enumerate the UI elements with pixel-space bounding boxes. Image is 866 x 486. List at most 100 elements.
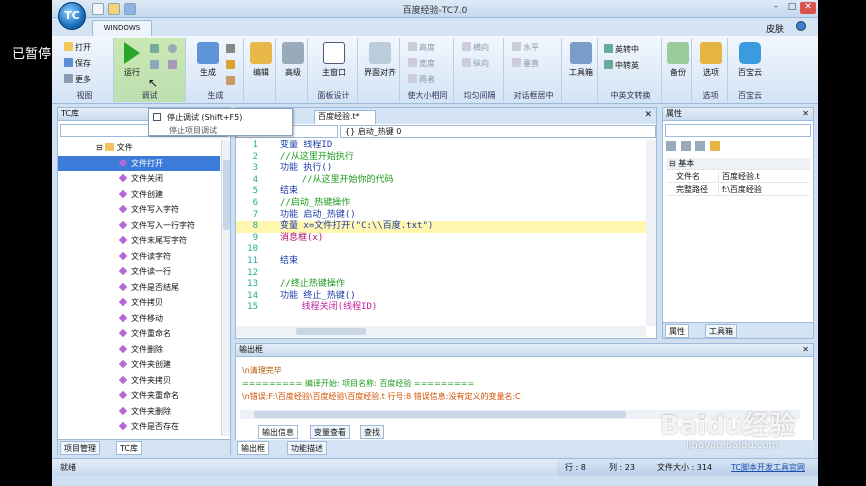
tree-item[interactable]: 文件读字符 xyxy=(58,249,220,265)
tree-item[interactable]: 文件末尾写字符 xyxy=(58,233,220,249)
code-line[interactable]: 8 变量 x=文件打开("C:\\百度.txt") xyxy=(236,221,646,233)
options-button[interactable]: 选项 xyxy=(696,42,726,78)
sort-alpha-icon[interactable] xyxy=(680,141,691,151)
pause-icon[interactable] xyxy=(150,60,161,70)
tree-item[interactable]: 文件写入字符 xyxy=(58,202,220,218)
interface-align-button[interactable]: 界面对齐 xyxy=(362,42,398,78)
tab-output-box[interactable]: 输出框 xyxy=(237,441,269,455)
tree-item[interactable]: 文件读一行 xyxy=(58,264,220,280)
property-pages-icon[interactable] xyxy=(695,141,706,151)
en-to-cn-button[interactable]: 英转中 xyxy=(604,44,639,55)
tree-item[interactable]: 文件夹拷贝 xyxy=(58,373,220,389)
tree-root-file[interactable]: ⊟ 文件 xyxy=(58,140,220,156)
step-icon[interactable] xyxy=(150,44,161,54)
tab-properties[interactable]: 属性 xyxy=(665,324,689,338)
horizontal-spacing-button[interactable]: 横向 xyxy=(462,42,489,53)
tree-item[interactable]: 文件创建 xyxy=(58,187,220,203)
scroll-thumb[interactable] xyxy=(296,328,366,335)
code-line[interactable]: 5 结束 xyxy=(236,186,646,198)
code-line[interactable]: 3 功能 执行() xyxy=(236,163,646,175)
open-button[interactable]: 打开 xyxy=(64,42,91,53)
close-button[interactable]: ✕ xyxy=(800,2,816,14)
save-button[interactable]: 保存 xyxy=(64,58,91,69)
vertical-spacing-button[interactable]: 纵向 xyxy=(462,58,489,69)
tab-baidu-file[interactable]: 百度经验.t* xyxy=(314,110,376,124)
code-line[interactable]: 4 //从这里开始你的代码 xyxy=(236,175,646,187)
editor-horizontal-scrollbar[interactable] xyxy=(236,326,646,337)
close-tab-icon[interactable]: ✕ xyxy=(644,110,652,120)
tab-function-desc[interactable]: 功能描述 xyxy=(287,441,327,455)
gear-icon[interactable] xyxy=(226,44,237,54)
same-both-button[interactable]: 两者 xyxy=(408,74,435,85)
code-line[interactable]: 10 xyxy=(236,244,646,256)
code-line[interactable]: 12 xyxy=(236,268,646,280)
property-object-dropdown[interactable] xyxy=(665,124,811,137)
main-window-button[interactable]: 主窗口 xyxy=(316,42,352,78)
tab-project-manager[interactable]: 项目管理 xyxy=(60,441,100,455)
more-button[interactable]: 更多 xyxy=(64,74,91,85)
close-icon[interactable]: ✕ xyxy=(802,344,809,356)
tree-item[interactable]: 文件移动 xyxy=(58,311,220,327)
stop-debug-icon[interactable] xyxy=(168,60,179,70)
function-dropdown[interactable]: {} 启动_热键 0 xyxy=(340,125,656,138)
tree-scrollbar[interactable] xyxy=(221,140,230,436)
help-icon[interactable] xyxy=(796,21,806,31)
tab-output-info[interactable]: 输出信息 xyxy=(258,425,298,439)
close-icon[interactable]: ✕ xyxy=(802,108,809,120)
maximize-button[interactable]: □ xyxy=(784,2,800,14)
tab-toolbox[interactable]: 工具箱 xyxy=(705,324,737,338)
editor-vertical-scrollbar[interactable] xyxy=(646,140,656,326)
code-line[interactable]: 2 //从这里开始执行 xyxy=(236,152,646,164)
same-width-button[interactable]: 宽度 xyxy=(408,58,435,69)
code-area[interactable]: 1 变量 线程ID 2//从这里开始执行 3 功能 执行() 4 //从这里开始你的代码 5… xyxy=(236,140,646,326)
tab-find[interactable]: 查找 xyxy=(360,425,384,439)
wand-icon[interactable] xyxy=(226,60,237,70)
scroll-thumb[interactable] xyxy=(223,160,230,230)
tree-item[interactable]: 文件写入一行字符 xyxy=(58,218,220,234)
tree-item[interactable]: 文件是否结尾 xyxy=(58,280,220,296)
skin-menu[interactable]: 皮肤 xyxy=(766,22,784,35)
build-button[interactable]: 生成 xyxy=(194,42,222,78)
same-height-button[interactable]: 高度 xyxy=(408,42,435,53)
code-line[interactable]: 9 消息框(x) xyxy=(236,233,646,245)
property-row[interactable]: 完整路径 f:\百度经验 xyxy=(666,184,810,196)
center-horizontal-button[interactable]: 水平 xyxy=(512,42,539,53)
stop-debug-menu-item[interactable]: 停止调试 (Shift+F5) xyxy=(153,112,242,123)
tab-tc-library[interactable]: TC库 xyxy=(116,441,143,455)
tree-item[interactable]: 文件拷贝 xyxy=(58,295,220,311)
code-line[interactable]: 6 //启动_热键操作 xyxy=(236,198,646,210)
tree-item[interactable]: 文件关闭 xyxy=(58,171,220,187)
minimize-button[interactable]: – xyxy=(768,2,784,14)
advanced-button[interactable]: 高级 xyxy=(280,42,306,78)
code-line[interactable]: 7 功能 启动_热键() xyxy=(236,210,646,222)
backup-button[interactable]: 备份 xyxy=(665,42,691,78)
tree-item[interactable]: 文件删除 xyxy=(58,342,220,358)
code-line[interactable]: 13 //终止热键操作 xyxy=(236,279,646,291)
cn-to-en-button[interactable]: 中转英 xyxy=(604,60,639,71)
events-icon[interactable] xyxy=(709,141,720,151)
toolbox-button[interactable]: 工具箱 xyxy=(566,42,596,78)
official-site-link[interactable]: TC脚本开发工具官网 xyxy=(731,459,805,476)
property-row[interactable]: 文件名 百度经验.t xyxy=(666,171,810,183)
tab-variable-watch[interactable]: 变量查看 xyxy=(310,425,350,439)
breakpoint-icon[interactable] xyxy=(168,44,179,54)
tree-item[interactable]: 文件夹创建 xyxy=(58,357,220,373)
tree-item[interactable]: 文件夹重命名 xyxy=(58,388,220,404)
code-line[interactable]: 15 线程关闭(线程ID) xyxy=(236,302,646,314)
app-menu-orb[interactable]: TC xyxy=(58,2,86,30)
edit-button[interactable]: 编辑 xyxy=(248,42,274,78)
center-vertical-button[interactable]: 垂直 xyxy=(512,58,539,69)
code-line[interactable]: 14 功能 终止_热键() xyxy=(236,291,646,303)
tree-item[interactable]: 文件重命名 xyxy=(58,326,220,342)
baibaoyun-button[interactable]: 百宝云 xyxy=(732,42,768,78)
package-icon[interactable] xyxy=(226,76,237,86)
tab-windows[interactable]: WINDOWS xyxy=(92,20,152,36)
tree-item[interactable]: 文件打开 xyxy=(58,155,220,171)
scroll-thumb[interactable] xyxy=(254,411,626,418)
sort-category-icon[interactable] xyxy=(666,141,676,151)
code-line[interactable]: 11 结束 xyxy=(236,256,646,268)
tree-item[interactable]: 文件是否存在 xyxy=(58,419,220,435)
run-button[interactable]: 运行 xyxy=(120,42,144,78)
tree-item[interactable]: 文件夹删除 xyxy=(58,404,220,420)
code-line[interactable]: 1 变量 线程ID xyxy=(236,140,646,152)
